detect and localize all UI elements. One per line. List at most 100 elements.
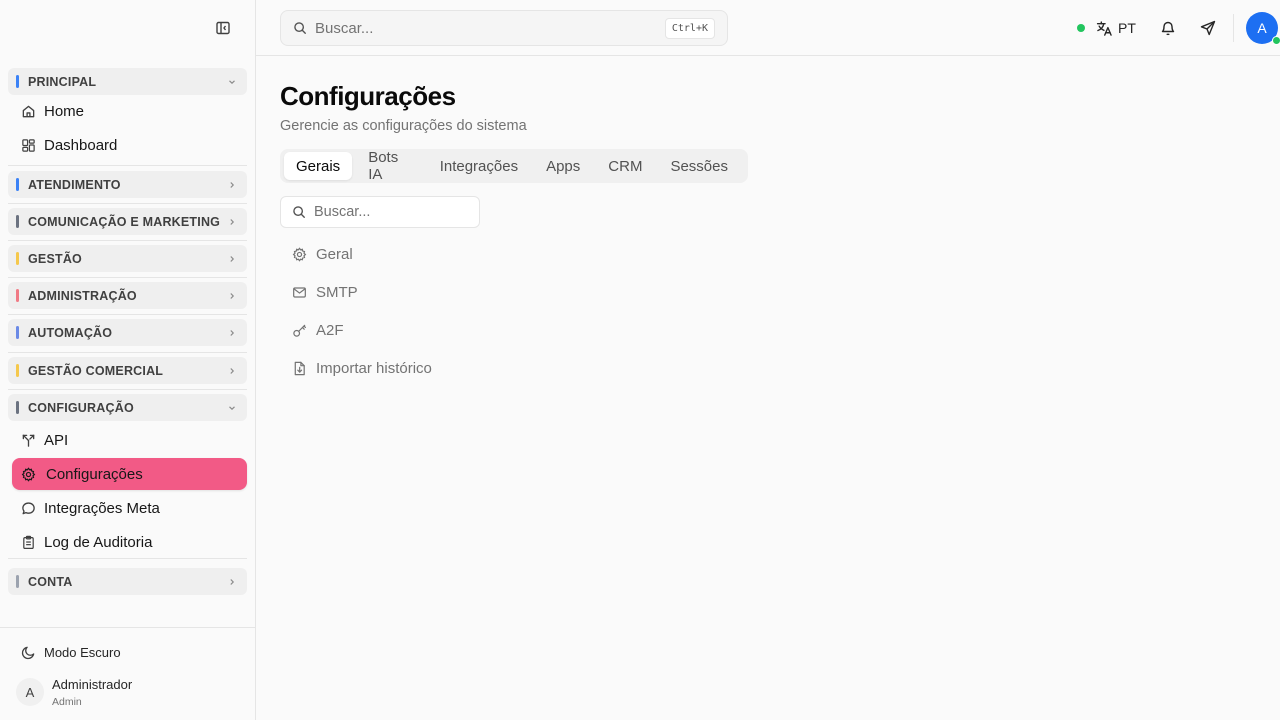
- settings-search[interactable]: [280, 196, 480, 228]
- sidebar-item-log-auditoria[interactable]: Log de Auditoria: [12, 526, 247, 558]
- sidebar-top: [0, 0, 255, 56]
- translate-icon: [1096, 20, 1112, 36]
- sidebar-item-configuracoes[interactable]: Configurações: [12, 458, 247, 490]
- tab-integracoes[interactable]: Integrações: [428, 152, 530, 180]
- chevron-right-icon: [226, 216, 238, 228]
- sidebar-divider: [8, 240, 247, 241]
- settings-item-label: SMTP: [316, 283, 358, 301]
- search-icon: [292, 205, 306, 219]
- settings-item-label: A2F: [316, 321, 344, 339]
- tab-gerais[interactable]: Gerais: [284, 152, 353, 180]
- sidebar-divider: [8, 314, 247, 315]
- language-label: PT: [1118, 20, 1136, 36]
- settings-item-geral[interactable]: Geral: [280, 238, 480, 270]
- chevron-right-icon: [226, 179, 238, 191]
- tab-crm[interactable]: CRM: [596, 152, 654, 180]
- group-label: GESTÃO: [28, 251, 82, 266]
- group-header-configuracao[interactable]: CONFIGURAÇÃO: [8, 394, 247, 421]
- group-header-comunicacao-marketing[interactable]: COMUNICAÇÃO E MARKETING: [8, 208, 247, 235]
- panel-left-icon: [216, 21, 230, 35]
- sidebar-item-label: Integrações Meta: [44, 499, 160, 517]
- settings-item-importar-historico[interactable]: Importar histórico: [280, 352, 480, 384]
- tab-sessoes[interactable]: Sessões: [658, 152, 740, 180]
- group-header-atendimento[interactable]: ATENDIMENTO: [8, 171, 247, 198]
- settings-search-input[interactable]: [314, 204, 474, 220]
- key-icon: [292, 323, 307, 338]
- sidebar-divider: [8, 558, 247, 559]
- notifications-button[interactable]: [1159, 19, 1177, 37]
- group-label: ADMINISTRAÇÃO: [28, 288, 137, 303]
- sidebar-item-dashboard[interactable]: Dashboard: [12, 129, 247, 161]
- group-header-conta[interactable]: CONTA: [8, 568, 247, 595]
- group-label: ATENDIMENTO: [28, 177, 121, 192]
- settings-item-a2f[interactable]: A2F: [280, 314, 480, 346]
- connection-status-dot: [1077, 24, 1085, 32]
- global-search[interactable]: Ctrl+K: [280, 10, 728, 46]
- page-subtitle: Gerencie as configurações do sistema: [280, 118, 527, 134]
- group-color-bar: [16, 364, 19, 377]
- group-label: CONTA: [28, 574, 73, 589]
- send-button[interactable]: [1199, 19, 1217, 37]
- group-color-bar: [16, 178, 19, 191]
- chevron-right-icon: [226, 576, 238, 588]
- group-color-bar: [16, 75, 19, 88]
- group-label: GESTÃO COMERCIAL: [28, 363, 164, 378]
- language-switcher[interactable]: PT: [1096, 16, 1136, 40]
- group-header-principal[interactable]: PRINCIPAL: [8, 68, 247, 95]
- group-color-bar: [16, 289, 19, 302]
- send-icon: [1200, 20, 1216, 36]
- group-header-administracao[interactable]: ADMINISTRAÇÃO: [8, 282, 247, 309]
- online-status-dot: [1272, 36, 1280, 45]
- settings-item-smtp[interactable]: SMTP: [280, 276, 480, 308]
- sidebar-divider: [8, 203, 247, 204]
- chevron-right-icon: [226, 253, 238, 265]
- group-color-bar: [16, 326, 19, 339]
- sidebar-item-label: API: [44, 431, 69, 449]
- gear-icon: [292, 246, 307, 262]
- moon-icon: [20, 644, 36, 660]
- group-header-gestao-comercial[interactable]: GESTÃO COMERCIAL: [8, 357, 247, 384]
- search-icon: [293, 21, 307, 35]
- mail-icon: [292, 285, 307, 300]
- dark-mode-label: Modo Escuro: [44, 644, 121, 660]
- chevron-down-icon: [226, 76, 238, 88]
- bell-icon: [1161, 21, 1175, 36]
- api-icon: [20, 432, 36, 448]
- tab-bots-ia[interactable]: Bots IA: [356, 149, 424, 183]
- chevron-right-icon: [226, 327, 238, 339]
- user-name: Administrador: [52, 676, 133, 692]
- dashboard-icon: [20, 137, 36, 153]
- group-color-bar: [16, 215, 19, 228]
- file-import-icon: [292, 361, 307, 376]
- group-label: PRINCIPAL: [28, 74, 97, 89]
- shortcut-badge: Ctrl+K: [664, 18, 715, 39]
- sidebar-item-integracoes-meta[interactable]: Integrações Meta: [12, 492, 247, 524]
- chevron-down-icon: [226, 402, 238, 414]
- tab-apps[interactable]: Apps: [534, 152, 592, 180]
- sidebar-footer: Modo Escuro A Administrador Admin: [0, 627, 255, 720]
- sidebar-divider: [8, 277, 247, 278]
- user-info: Administrador Admin: [52, 677, 132, 708]
- user-profile[interactable]: A Administrador Admin: [16, 673, 132, 711]
- group-label: COMUNICAÇÃO E MARKETING: [28, 214, 221, 229]
- page-title: Configurações: [280, 81, 456, 111]
- avatar: A: [16, 678, 44, 706]
- header-separator: [1233, 14, 1234, 42]
- sidebar-item-label: Log de Auditoria: [44, 533, 153, 551]
- chevron-right-icon: [226, 290, 238, 302]
- top-header: Ctrl+K PT A: [256, 0, 1280, 56]
- chat-bubble-icon: [20, 500, 36, 516]
- sidebar-collapse-button[interactable]: [214, 19, 232, 37]
- dark-mode-toggle[interactable]: Modo Escuro: [12, 640, 247, 664]
- sidebar-divider: [8, 352, 247, 353]
- group-header-gestao[interactable]: GESTÃO: [8, 245, 247, 272]
- settings-tabs: Gerais Bots IA Integrações Apps CRM Sess…: [280, 149, 748, 183]
- settings-item-label: Importar histórico: [316, 359, 432, 377]
- sidebar-item-api[interactable]: API: [12, 424, 247, 456]
- group-label: AUTOMAÇÃO: [28, 325, 113, 340]
- group-header-automacao[interactable]: AUTOMAÇÃO: [8, 319, 247, 346]
- sidebar-item-label: Configurações: [46, 465, 143, 483]
- sidebar: PRINCIPAL Home Dashboard ATENDIMENTO COM…: [0, 0, 256, 720]
- sidebar-item-home[interactable]: Home: [12, 95, 247, 127]
- global-search-input[interactable]: [315, 19, 655, 37]
